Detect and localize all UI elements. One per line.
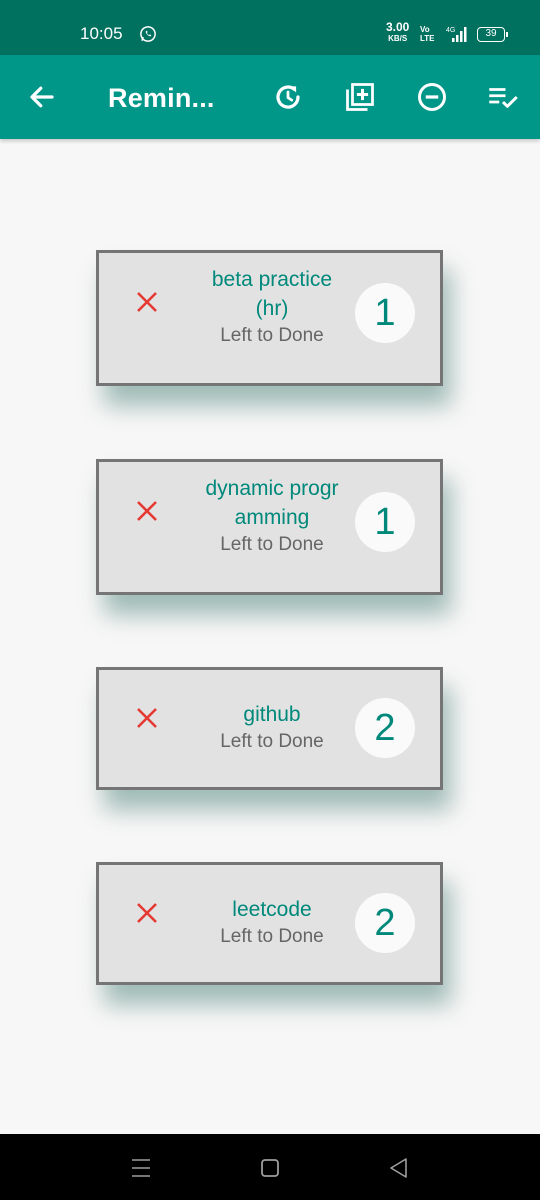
reminder-count-badge: 2 (355, 893, 415, 953)
home-icon[interactable] (258, 1156, 282, 1180)
remove-circle-icon[interactable] (417, 82, 447, 112)
reminder-text: beta practice(hr) Left to Done (203, 265, 341, 349)
reminder-text: leetcode Left to Done (203, 895, 341, 950)
net-speed-value: 3.00 (386, 20, 410, 34)
signal-icon: 4G (446, 27, 467, 42)
reminder-subtitle: Left to Done (220, 325, 324, 346)
volte-bottom: LTE (420, 34, 435, 43)
close-icon[interactable] (135, 290, 159, 314)
reminder-name: dynamic programming (205, 477, 339, 529)
reminder-subtitle: Left to Done (220, 731, 324, 752)
page-title: Remin... (108, 83, 215, 113)
app-bar: Remin... (0, 55, 540, 139)
status-bar: 10:05 3.00 KB/S Vo LTE 4G 39 (0, 0, 540, 55)
whatsapp-icon (140, 26, 156, 42)
reminder-name: github (243, 703, 301, 726)
reminder-card[interactable]: beta practice(hr) Left to Done 1 (96, 250, 443, 386)
reminder-count-badge: 2 (355, 698, 415, 758)
volte-top: Vo (420, 25, 430, 34)
close-icon[interactable] (135, 499, 159, 523)
reminder-list: beta practice(hr) Left to Done 1 dynamic… (0, 139, 540, 1134)
volte-indicator: Vo LTE (420, 25, 435, 43)
reminder-name: beta practice(hr) (211, 268, 333, 320)
reminder-name: leetcode (232, 898, 312, 921)
net-speed: 3.00 KB/S (386, 20, 410, 44)
refresh-icon[interactable] (273, 82, 303, 112)
back-icon[interactable] (387, 1156, 411, 1180)
battery-icon: 39 (477, 27, 508, 42)
battery-level: 39 (485, 28, 497, 39)
reminder-text: dynamic programming Left to Done (203, 474, 341, 558)
reminder-count-badge: 1 (355, 492, 415, 552)
back-arrow-icon[interactable] (27, 82, 57, 112)
network-type: 4G (446, 27, 455, 34)
net-speed-unit: KB/S (388, 34, 408, 43)
reminder-subtitle: Left to Done (220, 534, 324, 555)
add-box-icon[interactable] (345, 82, 375, 112)
recent-apps-icon[interactable] (129, 1156, 153, 1180)
reminder-text: github Left to Done (203, 700, 341, 755)
close-icon[interactable] (135, 706, 159, 730)
status-time: 10:05 (80, 24, 123, 43)
reminder-card[interactable]: github Left to Done 2 (96, 667, 443, 790)
system-nav-bar (0, 1134, 540, 1200)
reminder-card[interactable]: leetcode Left to Done 2 (96, 862, 443, 985)
playlist-check-icon[interactable] (488, 82, 518, 112)
reminder-count-badge: 1 (355, 283, 415, 343)
reminder-card[interactable]: dynamic programming Left to Done 1 (96, 459, 443, 595)
reminder-subtitle: Left to Done (220, 926, 324, 947)
close-icon[interactable] (135, 901, 159, 925)
